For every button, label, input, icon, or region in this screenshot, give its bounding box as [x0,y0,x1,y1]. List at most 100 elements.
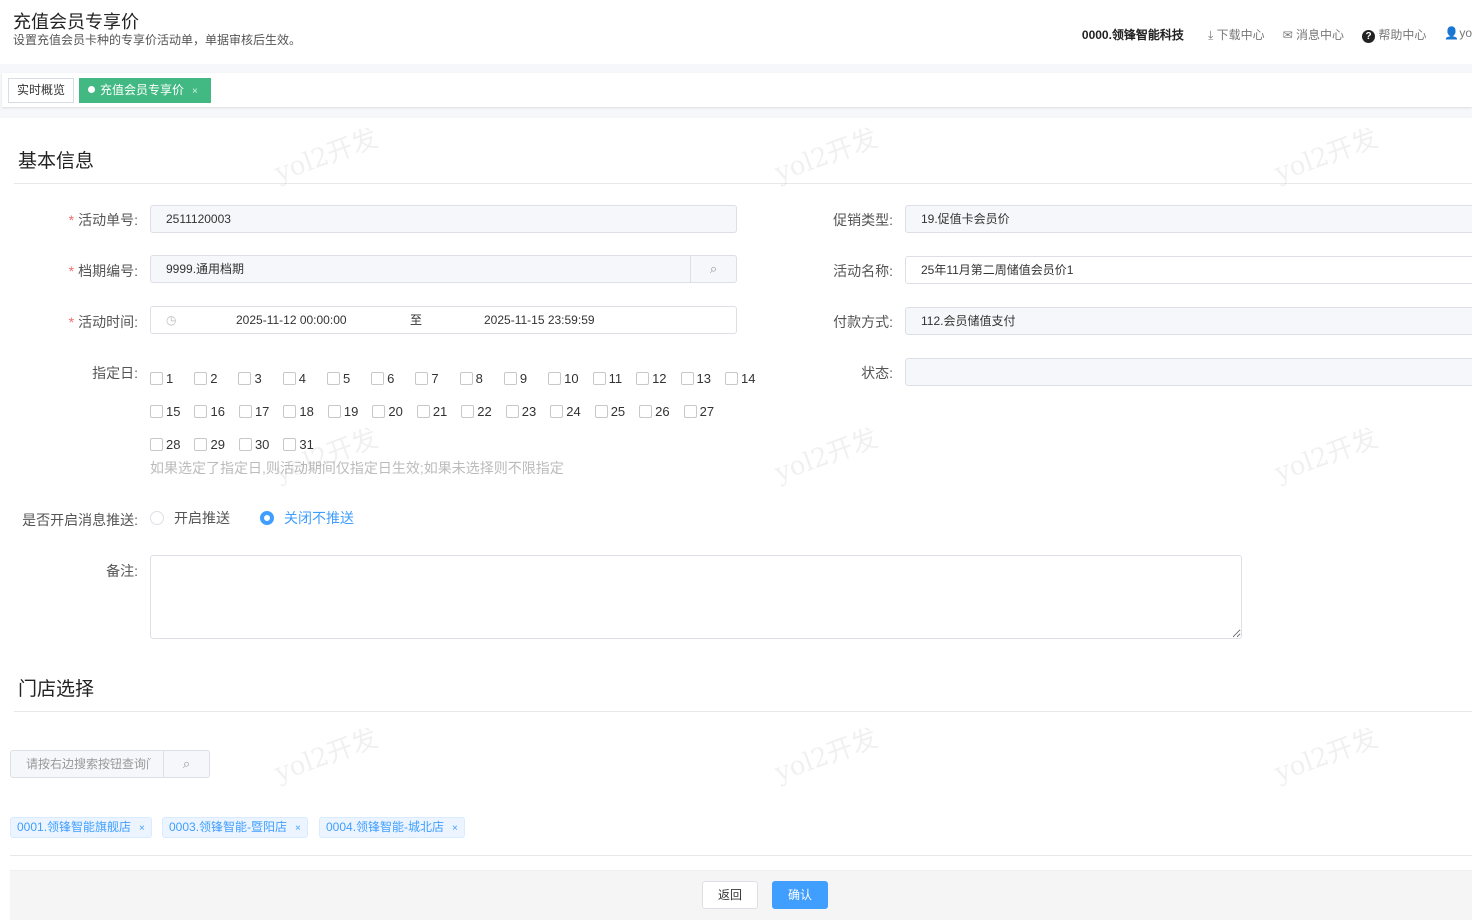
download-center-link[interactable]: ⤓ 下载中心 [1208,26,1265,43]
checkbox-icon [680,372,694,385]
day-checkbox[interactable]: 17 [238,404,269,419]
back-button[interactable]: 返回 [702,881,758,909]
day-checkbox[interactable]: 3 [238,371,262,386]
day-checkbox[interactable]: 18 [283,404,314,419]
day-checkbox[interactable]: 1 [150,371,173,386]
radio-push-on[interactable]: 开启推送 [150,508,230,528]
checkbox-icon [639,405,653,418]
days-row: 28 29 30 31 [150,428,750,461]
tab-overview[interactable]: 实时概览 [8,77,75,103]
checkbox-icon [283,405,297,418]
checkbox-icon [326,372,340,385]
section-store-select: 门店选择 [18,679,95,700]
help-icon: ? [1362,30,1375,43]
divider [14,711,1472,712]
day-checkbox[interactable]: 29 [194,437,225,452]
day-checkbox[interactable]: 15 [150,404,180,419]
store-tag: 0001.领锋智能旗舰店 × [10,817,152,838]
end-time[interactable]: 2025-11-15 23:59:59 [484,307,595,333]
day-checkbox[interactable]: 9 [503,371,527,386]
day-checkbox[interactable]: 24 [550,404,581,419]
tag-close-icon[interactable]: × [295,823,301,834]
tag-close-icon[interactable]: × [452,823,458,834]
day-checkbox[interactable]: 8 [459,371,483,386]
day-checkbox[interactable]: 21 [416,404,447,419]
day-checkbox[interactable]: 25 [594,404,625,419]
checkbox-icon [194,405,208,418]
day-checkbox[interactable]: 2 [194,371,217,386]
days-hint: 如果选定了指定日,则活动期间仅指定日生效;如果未选择则不限指定 [150,460,564,476]
search-icon[interactable]: ⌕ [690,256,736,282]
close-tab-icon[interactable]: × [192,86,198,97]
day-checkbox[interactable]: 19 [327,404,358,419]
day-checkbox[interactable]: 14 [725,371,755,386]
store-search-input[interactable]: 请按右边搜索按钮查询门店⌕ [10,750,210,778]
day-checkbox[interactable]: 10 [548,371,579,386]
period-no-field[interactable]: 9999.通用档期 ⌕ [150,255,737,283]
mail-icon: ✉ [1282,28,1296,42]
day-checkbox[interactable]: 20 [372,404,403,419]
checkbox-icon [194,372,208,385]
day-checkbox[interactable]: 26 [639,404,670,419]
confirm-button[interactable]: 确认 [772,881,828,909]
promo-type-field[interactable]: 19.促值卡会员价 [905,205,1472,233]
day-checkbox[interactable]: 7 [415,371,439,386]
help-center-link[interactable]: ? 帮助中心 [1362,26,1426,43]
days-row: 15 16 17 18 19 20 21 22 23 24 25 26 27 [150,395,750,428]
tab-member-price[interactable]: 充值会员专享价 × [79,77,211,103]
checkbox-icon [416,405,430,418]
company-name[interactable]: 0000.领锋智能科技 [1082,26,1184,43]
promo-type-label: 促销类型: [833,212,893,228]
activity-name-label: 活动名称: [833,263,893,279]
day-checkbox[interactable]: 22 [461,404,492,419]
tag-close-icon[interactable]: × [139,823,145,834]
day-checkbox[interactable]: 4 [282,371,306,386]
checkbox-icon [372,405,386,418]
checkbox-icon [150,372,163,385]
radio-icon [150,511,164,525]
activity-time-range[interactable]: ◷ 2025-11-12 00:00:00 至 2025-11-15 23:59… [150,306,737,334]
remark-textarea[interactable] [150,555,1242,639]
checkbox-icon [150,405,163,418]
day-checkbox[interactable]: 23 [505,404,536,419]
clock-icon: ◷ [166,313,177,327]
checkbox-icon [238,372,252,385]
checkbox-icon [725,372,739,385]
day-checkbox[interactable]: 30 [238,437,269,452]
activity-no-field[interactable]: 2511120003 [150,205,737,233]
period-no-label: * 档期编号: [68,263,138,279]
day-checkbox[interactable]: 11 [592,371,622,386]
store-search-button[interactable]: ⌕ [163,751,209,777]
radio-push-off[interactable]: 关闭不推送 [260,508,354,528]
day-checkbox[interactable]: 5 [326,371,350,386]
checkbox-icon [548,372,562,385]
day-checkbox[interactable]: 31 [283,437,314,452]
section-basic-info: 基本信息 [18,151,95,172]
days-checkbox-group: 1 2 3 4 5 6 7 8 9 10 11 12 13 14 15 16 17 18 19 20 21 22 23 24 2… [150,362,755,461]
payment-field[interactable]: 112.会员储值支付 [905,307,1472,335]
message-center-link[interactable]: ✉ 消息中心 [1283,26,1344,43]
checkbox-icon [592,372,606,385]
day-checkbox[interactable]: 16 [194,404,225,419]
day-checkbox[interactable]: 6 [371,371,394,386]
checkbox-icon [238,438,252,451]
checkbox-icon [415,372,429,385]
day-checkbox[interactable]: 12 [636,371,667,386]
remark-label: 备注: [106,563,138,579]
user-icon: 👤 [1444,26,1460,40]
watermark: yol2开发 [270,123,382,189]
page-header: 充值会员专享价 设置充值会员卡种的专享价活动单，单据审核后生效。 0000.领锋… [0,0,1472,64]
activity-name-field[interactable]: 25年11月第二周储值会员价1 [905,256,1472,284]
user-menu[interactable]: 👤yo [1444,26,1472,43]
store-tag: 0004.领锋智能-城北店 × [319,817,465,838]
checkbox-icon [594,405,608,418]
day-checkbox[interactable]: 13 [680,371,711,386]
day-checkbox[interactable]: 27 [683,404,714,419]
checkbox-icon [282,372,296,385]
days-label: 指定日: [92,365,138,381]
status-field[interactable] [905,358,1472,386]
checkbox-icon [327,405,341,418]
day-checkbox[interactable]: 28 [150,437,180,452]
checkbox-icon [505,405,519,418]
start-time[interactable]: 2025-11-12 00:00:00 [236,307,347,333]
